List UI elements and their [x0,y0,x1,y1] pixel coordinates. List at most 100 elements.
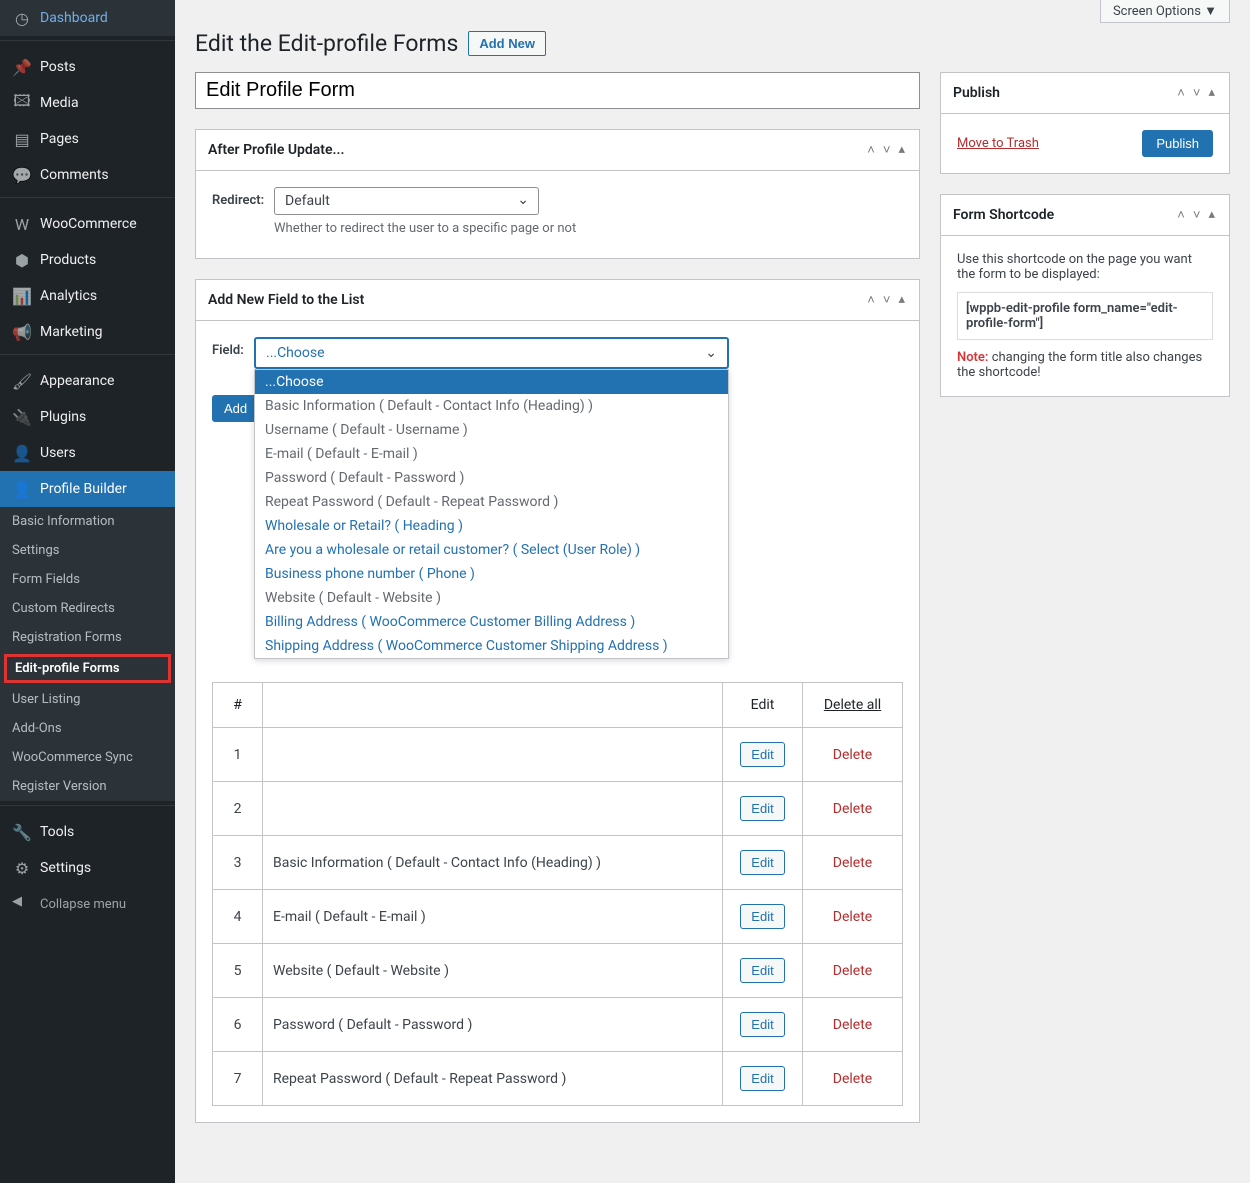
sidebar-item-plugins[interactable]: 🔌Plugins [0,399,175,435]
sidebar-item-comments[interactable]: 💬Comments [0,157,175,193]
dropdown-option[interactable]: Wholesale or Retail? ( Heading ) [255,514,728,538]
submenu-registration-forms[interactable]: Registration Forms [0,623,175,652]
col-number: # [213,683,263,728]
chevron-up-icon[interactable]: ˄ [1175,205,1187,225]
metabox-title: Add New Field to the List [208,292,364,308]
delete-link[interactable]: Delete [833,855,872,871]
submenu-edit-profile-forms[interactable]: Edit-profile Forms [4,654,171,683]
dropdown-option[interactable]: Are you a wholesale or retail customer? … [255,538,728,562]
edit-button[interactable]: Edit [740,796,784,821]
delete-link[interactable]: Delete [833,1071,872,1087]
dashboard-icon: ◷ [12,8,32,28]
dropdown-option[interactable]: Business phone number ( Phone ) [255,562,728,586]
sidebar-item-users[interactable]: 👤Users [0,435,175,471]
table-row: 6Password ( Default - Password )EditDele… [213,998,903,1052]
submenu-user-listing[interactable]: User Listing [0,685,175,714]
edit-button[interactable]: Edit [740,958,784,983]
collapse-icon[interactable]: ▴ [1206,83,1217,103]
form-title-input[interactable] [195,72,920,109]
redirect-help: Whether to redirect the user to a specif… [274,221,903,236]
delete-link[interactable]: Delete [833,1017,872,1033]
sidebar-item-woocommerce[interactable]: WWooCommerce [0,206,175,242]
dropdown-option[interactable]: Username ( Default - Username ) [255,418,728,442]
delete-all-link[interactable]: Delete all [824,697,881,713]
screen-options-toggle[interactable]: Screen Options ▼ [1100,0,1230,23]
edit-button[interactable]: Edit [740,1012,784,1037]
chevron-down-icon[interactable]: ˅ [881,290,893,310]
sidebar-item-products[interactable]: ⬢Products [0,242,175,278]
sidebar-item-dashboard[interactable]: ◷ Dashboard [0,0,175,36]
sidebar-item-profile-builder[interactable]: 👤Profile Builder [0,471,175,507]
dropdown-option[interactable]: Basic Information ( Default - Contact In… [255,394,728,418]
edit-button[interactable]: Edit [740,850,784,875]
submenu-form-fields[interactable]: Form Fields [0,565,175,594]
sidebar-label: Media [40,95,79,111]
dropdown-option[interactable]: Password ( Default - Password ) [255,466,728,490]
sidebar-item-settings[interactable]: ⚙Settings [0,850,175,886]
edit-button[interactable]: Edit [740,742,784,767]
dropdown-option[interactable]: Shipping Address ( WooCommerce Customer … [255,634,728,658]
appearance-icon: 🖌 [12,371,32,391]
shortcode-code[interactable]: [wppb-edit-profile form_name="edit-profi… [957,292,1213,340]
plugins-icon: 🔌 [12,407,32,427]
table-row: 4E-mail ( Default - E-mail )EditDelete [213,890,903,944]
submenu-basic-information[interactable]: Basic Information [0,507,175,536]
dropdown-option[interactable]: Website ( Default - Website ) [255,586,728,610]
tools-icon: 🔧 [12,822,32,842]
profile-builder-submenu: Basic Information Settings Form Fields C… [0,507,175,801]
collapse-icon[interactable]: ▴ [896,140,907,160]
table-row: 2EditDelete [213,782,903,836]
sidebar-item-media[interactable]: 🖾Media [0,85,175,121]
submenu-add-ons[interactable]: Add-Ons [0,714,175,743]
dropdown-option[interactable]: Billing Address ( WooCommerce Customer B… [255,610,728,634]
collapse-icon[interactable]: ▴ [896,290,907,310]
sidebar-item-tools[interactable]: 🔧Tools [0,814,175,850]
sidebar-item-appearance[interactable]: 🖌Appearance [0,363,175,399]
chevron-down-icon[interactable]: ˅ [1191,205,1203,225]
sidebar-label: Analytics [40,288,97,304]
redirect-select[interactable]: Default [274,187,539,215]
pages-icon: ▤ [12,129,32,149]
row-number: 3 [213,836,263,890]
publish-button[interactable]: Publish [1142,130,1213,157]
delete-link[interactable]: Delete [833,747,872,763]
chevron-down-icon[interactable]: ˅ [881,140,893,160]
dropdown-option[interactable]: Repeat Password ( Default - Repeat Passw… [255,490,728,514]
sidebar-item-analytics[interactable]: 📊Analytics [0,278,175,314]
collapse-label: Collapse menu [40,897,126,912]
submenu-custom-redirects[interactable]: Custom Redirects [0,594,175,623]
table-row: 7Repeat Password ( Default - Repeat Pass… [213,1052,903,1106]
table-row: 3Basic Information ( Default - Contact I… [213,836,903,890]
field-select[interactable]: ...Choose [254,337,729,369]
dropdown-option[interactable]: ...Choose [255,370,728,394]
add-new-button[interactable]: Add New [468,31,546,56]
sidebar-item-posts[interactable]: 📌Posts [0,49,175,85]
row-field-name: Repeat Password ( Default - Repeat Passw… [263,1052,723,1106]
chevron-up-icon[interactable]: ˄ [865,290,877,310]
dropdown-option[interactable]: E-mail ( Default - E-mail ) [255,442,728,466]
delete-link[interactable]: Delete [833,963,872,979]
sidebar-label: Marketing [40,324,103,340]
delete-link[interactable]: Delete [833,801,872,817]
collapse-menu[interactable]: ◀Collapse menu [0,886,175,922]
sidebar-label: Profile Builder [40,481,127,497]
delete-link[interactable]: Delete [833,909,872,925]
edit-button[interactable]: Edit [740,1066,784,1091]
chevron-down-icon[interactable]: ˅ [1191,83,1203,103]
sidebar-item-marketing[interactable]: 📢Marketing [0,314,175,350]
submenu-register-version[interactable]: Register Version [0,772,175,801]
move-to-trash-link[interactable]: Move to Trash [957,136,1039,151]
chevron-up-icon[interactable]: ˄ [1175,83,1187,103]
row-field-name: Website ( Default - Website ) [263,944,723,998]
shortcode-desc: Use this shortcode on the page you want … [957,252,1213,282]
add-field-button[interactable]: Add [212,395,259,422]
row-number: 4 [213,890,263,944]
sidebar-label: Dashboard [40,10,108,26]
edit-button[interactable]: Edit [740,904,784,929]
submenu-woocommerce-sync[interactable]: WooCommerce Sync [0,743,175,772]
col-name [263,683,723,728]
submenu-settings[interactable]: Settings [0,536,175,565]
sidebar-item-pages[interactable]: ▤Pages [0,121,175,157]
chevron-up-icon[interactable]: ˄ [865,140,877,160]
collapse-icon[interactable]: ▴ [1206,205,1217,225]
